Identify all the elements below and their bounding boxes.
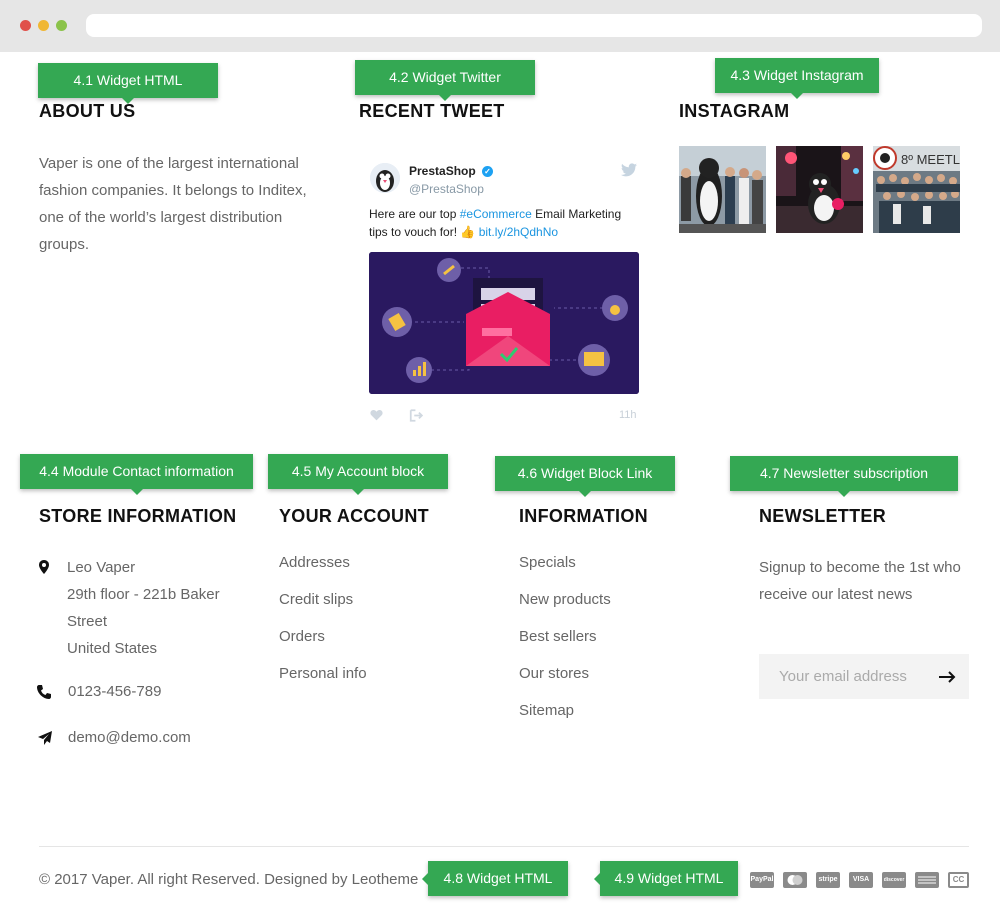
paypal-icon: PayPal — [750, 872, 774, 888]
tweet-author-name[interactable]: PrestaShop ✓ — [409, 164, 494, 178]
visa-icon: VISA — [849, 872, 873, 888]
newsletter-form — [759, 654, 969, 699]
maximize-window-icon[interactable] — [56, 20, 67, 31]
instagram-photo[interactable]: 8º MEETL — [873, 146, 960, 233]
account-link-credit-slips[interactable]: Credit slips — [279, 591, 353, 608]
discover-icon: discover — [882, 872, 906, 888]
tweet-timestamp[interactable]: 11h — [619, 409, 637, 421]
newsletter-heading: NEWSLETTER — [759, 506, 886, 526]
store-country: United States — [67, 640, 158, 657]
store-information-heading: STORE INFORMATION — [39, 506, 237, 526]
tag-widget-html-copyright: 4.8 Widget HTML — [422, 861, 568, 896]
tweet-author-handle[interactable]: @PrestaShop — [409, 182, 484, 196]
footer-divider — [39, 846, 969, 847]
twitter-bird-icon[interactable] — [621, 163, 637, 177]
paper-plane-icon — [38, 731, 52, 745]
about-us-heading: ABOUT US — [39, 101, 136, 121]
info-link-specials[interactable]: Specials — [519, 554, 576, 571]
instagram-photo[interactable] — [776, 146, 863, 233]
tweet-short-link[interactable]: bit.ly/2hQdhNo — [479, 225, 558, 239]
newsletter-email-input[interactable] — [779, 654, 929, 699]
about-line: one of the world’s largest distribution — [39, 209, 283, 226]
verified-badge-icon: ✓ — [482, 166, 494, 178]
store-phone[interactable]: 0123-456-789 — [68, 683, 161, 700]
recent-tweet-heading: RECENT TWEET — [359, 101, 505, 121]
about-line: Vaper is one of the largest internationa… — [39, 155, 299, 172]
creative-commons-icon: CC — [948, 872, 969, 888]
tag-newsletter: 4.7 Newsletter subscription — [730, 456, 958, 497]
newsletter-description: Signup to become the 1st who receive our… — [759, 554, 979, 608]
information-heading: INFORMATION — [519, 506, 648, 526]
store-email[interactable]: demo@demo.com — [68, 729, 191, 746]
like-heart-icon[interactable] — [370, 409, 383, 421]
newsletter-line: receive our latest news — [759, 586, 913, 603]
newsletter-line: Signup to become the 1st who — [759, 559, 961, 576]
about-line: groups. — [39, 236, 90, 253]
tweet-text-part: Here are our top — [369, 207, 460, 221]
tag-block-link: 4.6 Widget Block Link — [495, 456, 675, 497]
tag-contact-information: 4.4 Module Contact information — [20, 454, 253, 495]
arrow-right-icon[interactable] — [935, 665, 959, 689]
minimize-window-icon[interactable] — [38, 20, 49, 31]
account-link-orders[interactable]: Orders — [279, 628, 325, 645]
browser-chrome — [0, 0, 1000, 52]
tag-my-account: 4.5 My Account block — [268, 454, 448, 495]
tweet-text: Here are our top #eCommerce Email Market… — [369, 205, 644, 241]
info-link-sitemap[interactable]: Sitemap — [519, 702, 574, 719]
svg-text:8º MEETL: 8º MEETL — [901, 152, 960, 167]
share-icon[interactable] — [409, 409, 423, 422]
about-us-text: Vaper is one of the largest internationa… — [39, 150, 329, 258]
store-address-line: 29th floor - 221b Baker — [67, 586, 220, 603]
tweet-text-part: tips to vouch for! — [369, 225, 461, 239]
mastercard-icon — [783, 872, 807, 888]
about-line: fashion companies. It belongs to Inditex… — [39, 182, 307, 199]
close-window-icon[interactable] — [20, 20, 31, 31]
info-link-our-stores[interactable]: Our stores — [519, 665, 589, 682]
account-link-addresses[interactable]: Addresses — [279, 554, 350, 571]
info-link-new-products[interactable]: New products — [519, 591, 611, 608]
tag-widget-instagram: 4.3 Widget Instagram — [715, 58, 879, 99]
store-name: Leo Vaper — [67, 559, 136, 576]
tweet-author-label: PrestaShop — [409, 164, 476, 178]
copyright-text: © 2017 Vaper. All right Reserved. Design… — [39, 871, 419, 888]
map-marker-icon — [39, 560, 49, 574]
tweet-media-image[interactable] — [369, 252, 639, 394]
tag-widget-twitter: 4.2 Widget Twitter — [355, 60, 535, 101]
tag-widget-html-payments: 4.9 Widget HTML — [594, 861, 738, 896]
store-address-line: Street — [67, 613, 108, 630]
account-link-personal-info[interactable]: Personal info — [279, 665, 367, 682]
tweet-text-part: Email Marketing — [531, 207, 622, 221]
info-link-best-sellers[interactable]: Best sellers — [519, 628, 597, 645]
stripe-icon: stripe — [816, 872, 840, 888]
thumbs-up-emoji-icon: 👍 — [460, 225, 476, 239]
your-account-heading: YOUR ACCOUNT — [279, 506, 429, 526]
prestashop-avatar[interactable] — [370, 163, 400, 193]
amex-icon — [915, 872, 939, 888]
address-bar[interactable] — [86, 14, 982, 37]
phone-icon — [37, 685, 51, 699]
instagram-heading: INSTAGRAM — [679, 101, 790, 121]
tag-widget-html-about: 4.1 Widget HTML — [38, 63, 218, 104]
store-address: Leo Vaper 29th floor - 221b Baker Street… — [67, 554, 257, 662]
tweet-hashtag-link[interactable]: #eCommerce — [460, 207, 532, 221]
instagram-photo[interactable] — [679, 146, 766, 233]
